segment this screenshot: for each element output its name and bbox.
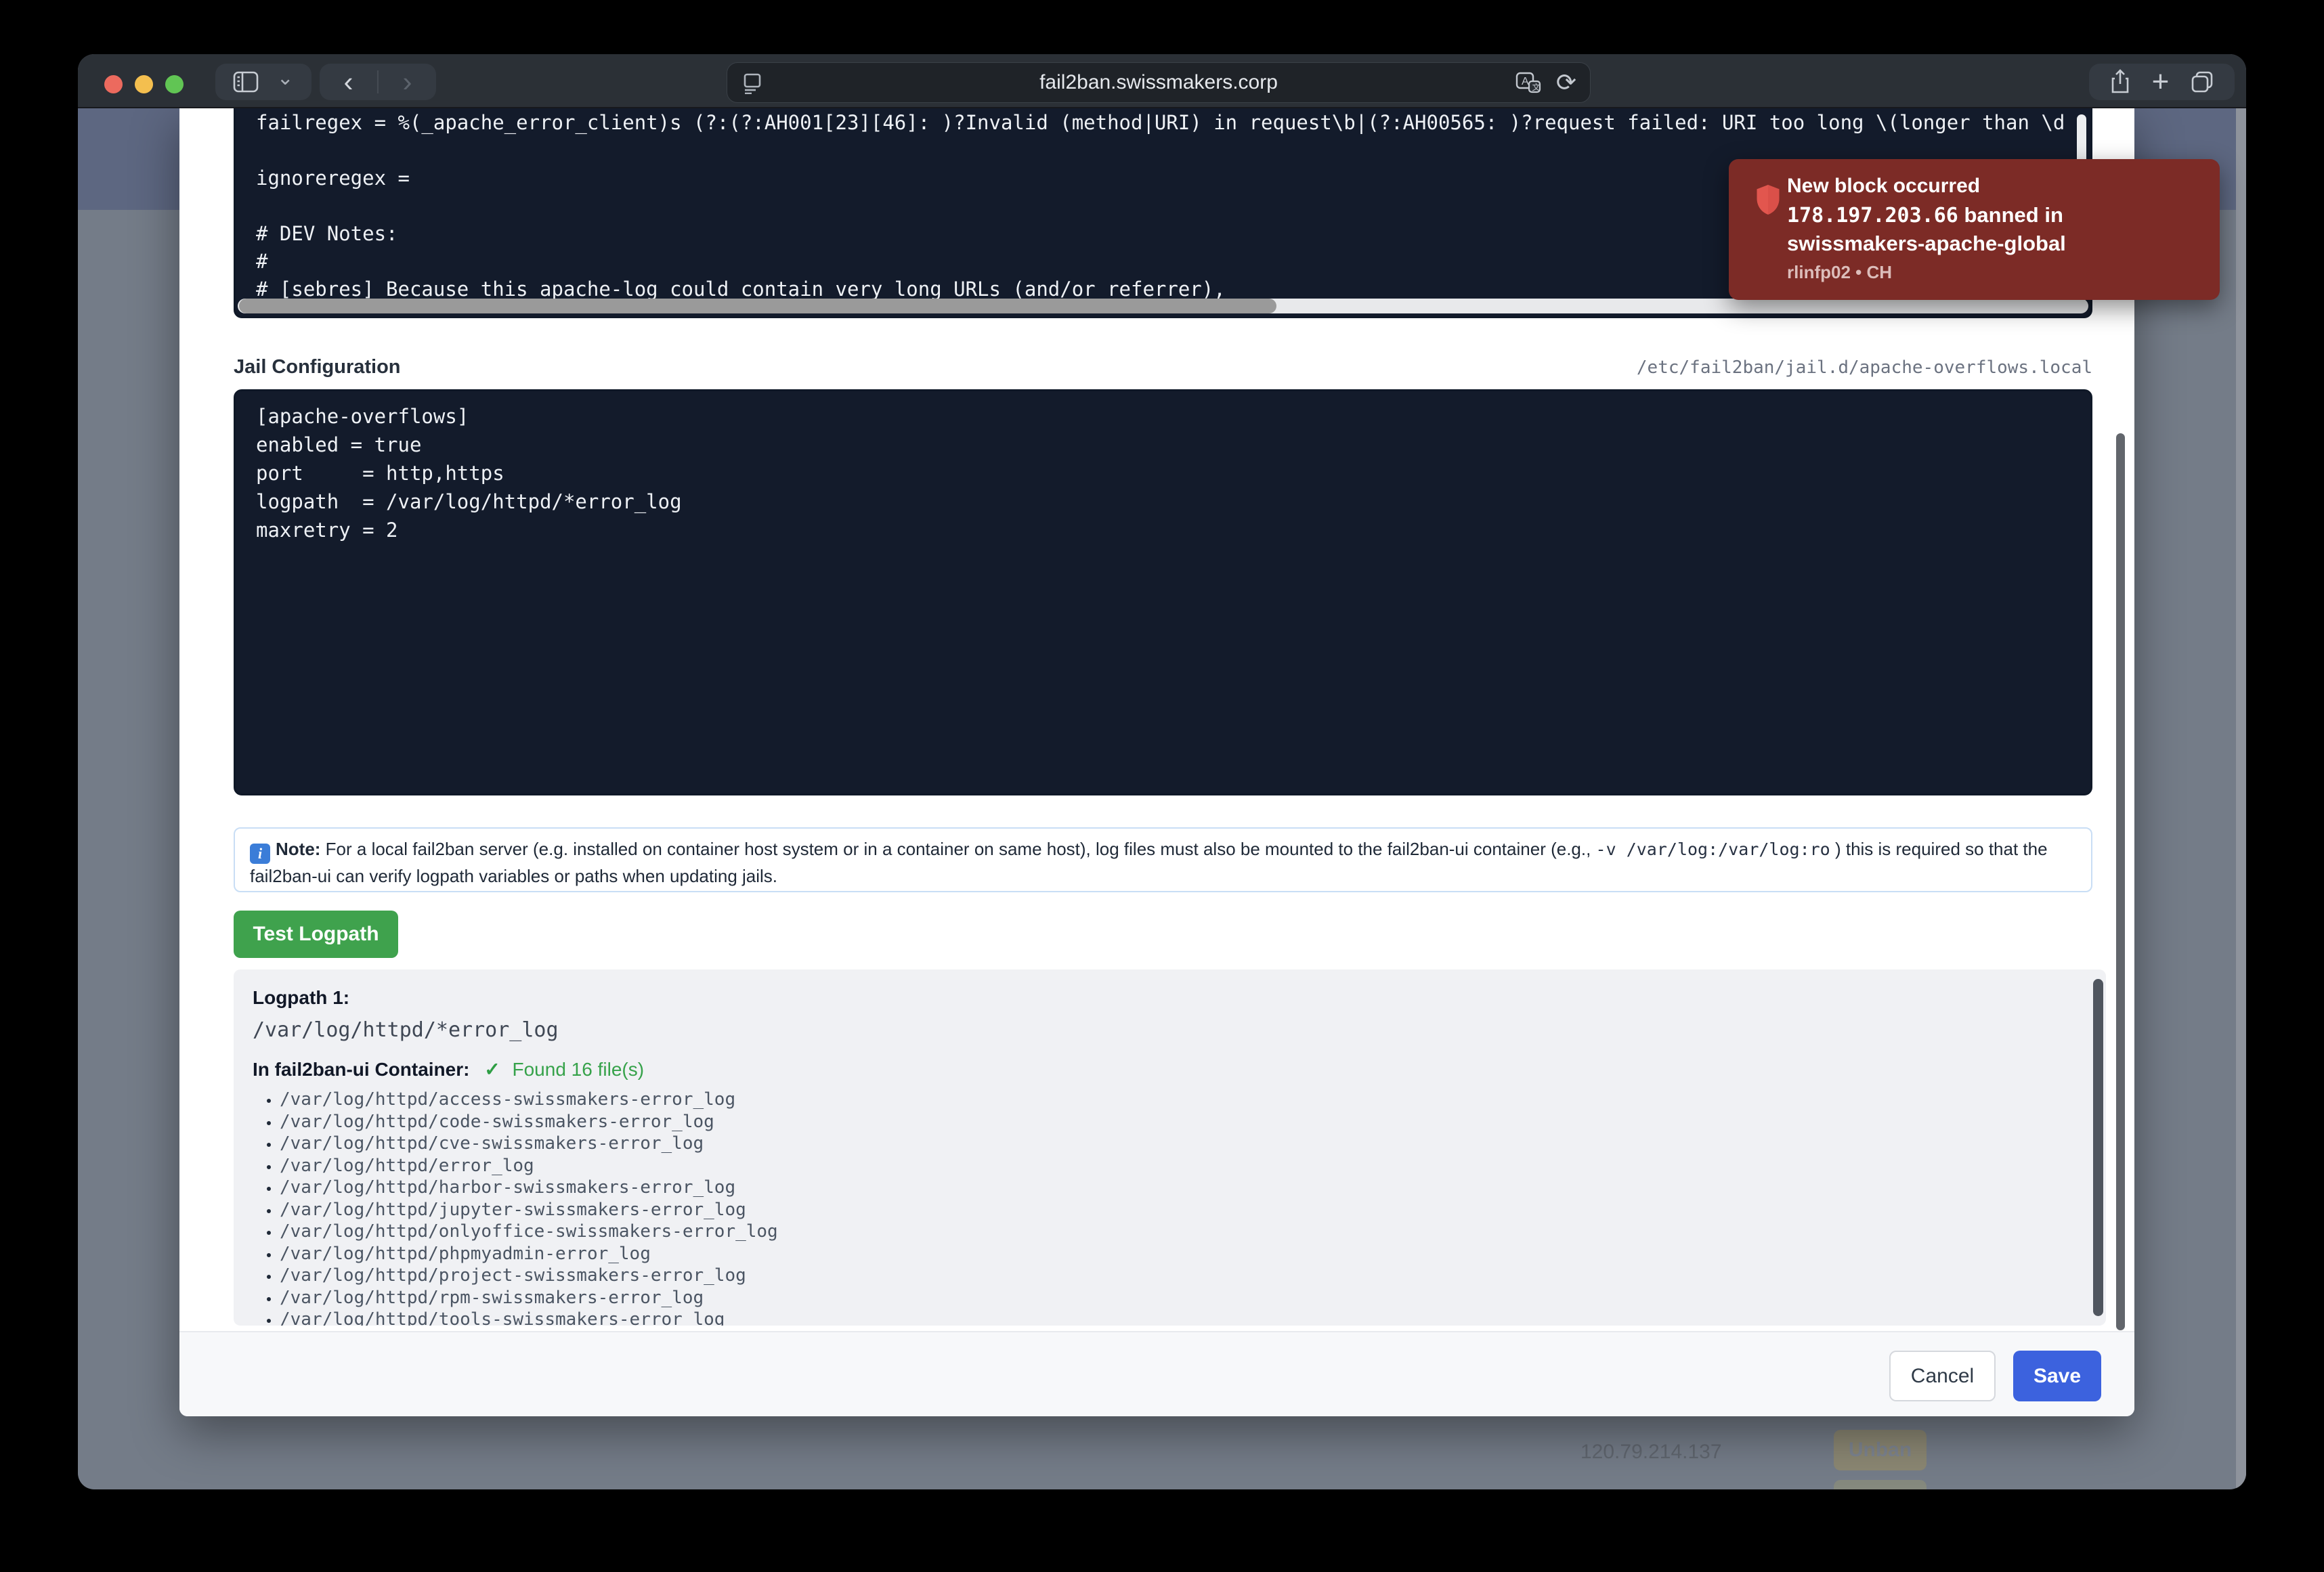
note-bold: Note: — [276, 839, 320, 859]
code-line: enabled = true — [256, 431, 682, 459]
svg-text:文: 文 — [1532, 82, 1541, 92]
note-code: -v /var/log:/var/log:ro — [1596, 839, 1830, 859]
sidebar-icon — [233, 70, 259, 93]
address-bar[interactable]: fail2ban.swissmakers.corp A 文 ⟳ — [727, 62, 1591, 103]
page-content: 120.79.214.137 Unban failregex = %(_apac… — [78, 108, 2246, 1489]
browser-toolbar: ⌄ ‹ › fail2ban.swissmakers.corp — [78, 54, 2246, 108]
modal-scrollbar[interactable] — [2116, 433, 2125, 1330]
found-files-text: Found 16 file(s) — [513, 1059, 645, 1080]
close-window-button[interactable] — [104, 75, 123, 93]
forward-button[interactable]: › — [391, 68, 425, 96]
toast-meta: rlinfp02 • CH — [1787, 262, 1892, 283]
test-logpath-button[interactable]: Test Logpath — [234, 911, 398, 958]
back-button[interactable]: ‹ — [332, 68, 366, 96]
jail-config-editor[interactable]: [apache-overflows]enabled = trueport = h… — [234, 389, 2092, 795]
chevron-down-icon: ⌄ — [277, 66, 294, 90]
toast-message-mid: banned in — [1958, 203, 2063, 227]
log-file-item: /var/log/httpd/access-swissmakers-error_… — [280, 1089, 2087, 1111]
save-button[interactable]: Save — [2013, 1351, 2101, 1401]
page-scrollbar[interactable] — [2236, 108, 2246, 1489]
toolbar-right-buttons: + — [2089, 64, 2235, 100]
translate-icon[interactable]: A 文 — [1515, 72, 1543, 100]
log-file-item: /var/log/httpd/tools-swissmakers-error_l… — [280, 1309, 2087, 1326]
background-unban-button[interactable]: Unban — [1834, 1430, 1927, 1470]
sidebar-toggle-button[interactable]: ⌄ — [215, 64, 311, 100]
logpath-1-value: /var/log/httpd/*error_log — [253, 1016, 2087, 1045]
nav-divider — [377, 70, 379, 93]
code-line: failregex = %(_apache_error_client)s (?:… — [256, 109, 2065, 137]
jail-configuration-label: Jail Configuration — [234, 356, 401, 378]
minimize-window-button[interactable] — [135, 75, 153, 93]
jail-config-code: [apache-overflows]enabled = trueport = h… — [256, 402, 682, 544]
dimmed-sidebar — [78, 108, 179, 210]
found-files-list: /var/log/httpd/access-swissmakers-error_… — [253, 1089, 2087, 1326]
filter-editor-hscroll-track[interactable] — [238, 299, 2088, 313]
background-unban-button-partial — [1834, 1480, 1927, 1489]
jail-file-path: /etc/fail2ban/jail.d/apache-overflows.lo… — [1637, 357, 2092, 378]
url-text: fail2ban.swissmakers.corp — [727, 71, 1590, 94]
info-icon: i — [250, 844, 270, 864]
log-file-item: /var/log/httpd/project-swissmakers-error… — [280, 1265, 2087, 1287]
filter-editor-hscroll-thumb[interactable] — [239, 299, 1276, 313]
cancel-button[interactable]: Cancel — [1889, 1351, 1996, 1401]
edit-jail-modal: failregex = %(_apache_error_client)s (?:… — [179, 108, 2134, 1416]
check-icon: ✓ — [484, 1059, 500, 1080]
nav-buttons: ‹ › — [320, 64, 436, 100]
note-text-1: For a local fail2ban server (e.g. instal… — [320, 839, 1595, 859]
toast-jail-name: swissmakers-apache-global — [1787, 232, 2066, 255]
code-line: logpath = /var/log/httpd/*error_log — [256, 487, 682, 516]
logpath-1-label: Logpath 1: — [253, 986, 2087, 1010]
safari-window: ⌄ ‹ › fail2ban.swissmakers.corp — [78, 54, 2246, 1489]
code-line: port = http,https — [256, 459, 682, 487]
container-label: In fail2ban-ui Container: — [253, 1059, 469, 1080]
log-file-item: /var/log/httpd/onlyoffice-swissmakers-er… — [280, 1221, 2087, 1243]
new-block-toast[interactable]: New block occurred 178.197.203.66 banned… — [1729, 159, 2220, 300]
log-file-item: /var/log/httpd/error_log — [280, 1155, 2087, 1177]
results-scrollbar[interactable] — [2093, 979, 2103, 1316]
logpath-note: i Note: For a local fail2ban server (e.g.… — [234, 827, 2092, 892]
zoom-window-button[interactable] — [165, 75, 184, 93]
log-file-item: /var/log/httpd/phpmyadmin-error_log — [280, 1243, 2087, 1265]
new-tab-icon[interactable]: + — [2152, 67, 2170, 97]
container-result-line: In fail2ban-ui Container: ✓ Found 16 fil… — [253, 1056, 2087, 1083]
tab-overview-icon[interactable] — [2190, 70, 2214, 94]
code-line: maxretry = 2 — [256, 516, 682, 544]
shield-icon — [1753, 183, 1783, 219]
background-banned-ip: 120.79.214.137 — [1580, 1441, 1709, 1464]
svg-text:A: A — [1522, 76, 1529, 87]
screen: ⌄ ‹ › fail2ban.swissmakers.corp — [0, 0, 2324, 1572]
code-line: [apache-overflows] — [256, 402, 682, 431]
log-file-item: /var/log/httpd/code-swissmakers-error_lo… — [280, 1111, 2087, 1133]
toast-message: 178.197.203.66 banned in swissmakers-apa… — [1787, 201, 2203, 257]
reload-icon[interactable]: ⟳ — [1556, 68, 1576, 97]
banned-ip: 178.197.203.66 — [1787, 204, 1958, 227]
modal-footer: Cancel Save — [179, 1331, 2134, 1416]
logpath-test-results: Logpath 1: /var/log/httpd/*error_log In … — [234, 969, 2106, 1326]
log-file-item: /var/log/httpd/jupyter-swissmakers-error… — [280, 1199, 2087, 1221]
share-icon[interactable] — [2109, 69, 2131, 95]
log-file-item: /var/log/httpd/rpm-swissmakers-error_log — [280, 1287, 2087, 1309]
toast-title: New block occurred — [1787, 173, 1980, 200]
log-file-item: /var/log/httpd/harbor-swissmakers-error_… — [280, 1177, 2087, 1199]
log-file-item: /var/log/httpd/cve-swissmakers-error_log — [280, 1133, 2087, 1155]
